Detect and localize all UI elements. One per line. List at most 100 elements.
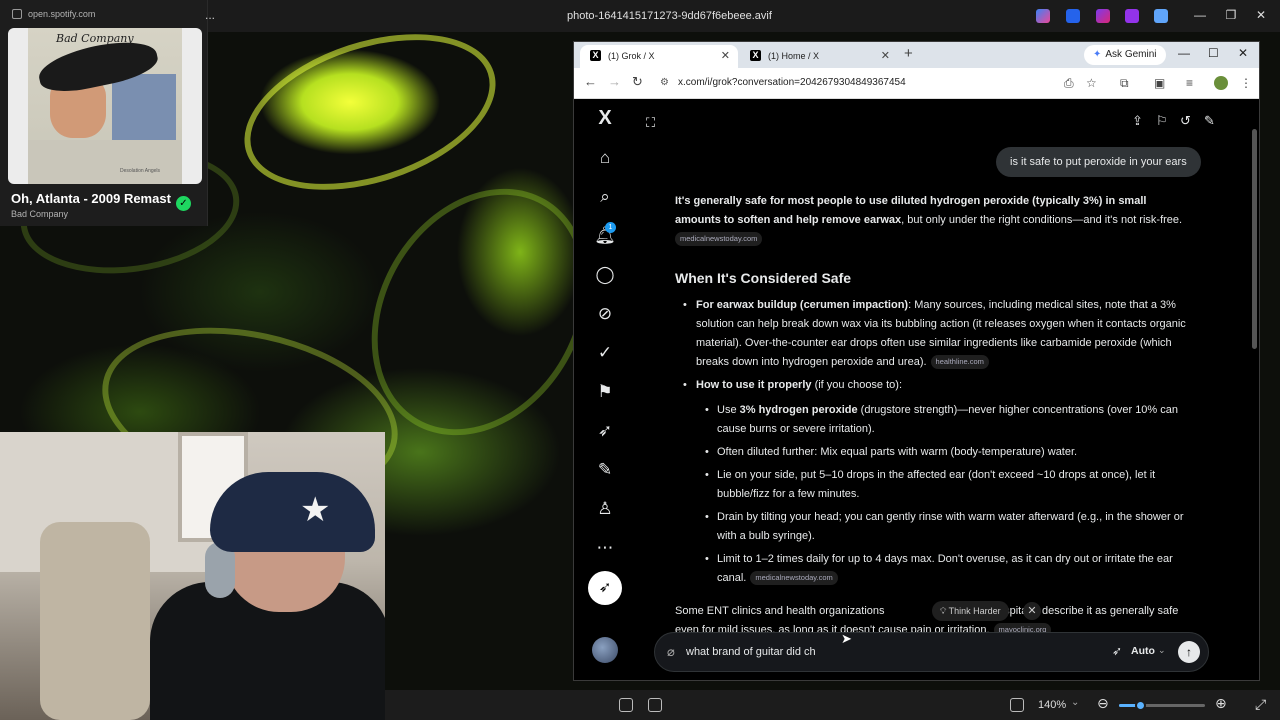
install-app-icon[interactable]: ⎙ <box>1064 76 1074 91</box>
rocket-icon[interactable]: ➶ <box>1112 644 1122 658</box>
zoom-level[interactable]: 140% <box>1038 699 1066 711</box>
site-info-icon[interactable]: ⚙ <box>660 77 669 88</box>
x-logo-icon[interactable]: X <box>594 107 616 129</box>
viewer-toolbar: 140% ⌄ ⊖ ⊕ ⤢ <box>385 690 1280 720</box>
bookmark-icon[interactable]: ⚐ <box>1156 113 1168 129</box>
tab-label: (1) Home / X <box>768 51 820 61</box>
tail-text-c: hospitals) describe it as generally safe <box>991 605 1179 617</box>
tab-home[interactable]: X (1) Home / X ✕ <box>740 45 898 68</box>
messages-icon[interactable]: ◯ <box>594 264 616 286</box>
user-message: is it safe to put peroxide in your ears <box>996 147 1201 177</box>
chat-input[interactable] <box>686 642 1066 662</box>
close-tab-icon[interactable]: ✕ <box>881 49 890 62</box>
sub-text: Lie on your side, put 5–10 drops in the … <box>717 469 1156 500</box>
bookmark-star-icon[interactable]: ☆ <box>1086 76 1097 90</box>
attach-icon[interactable]: ⌀ <box>667 644 675 660</box>
zoom-slider-thumb[interactable] <box>1134 700 1146 711</box>
maximize-icon[interactable]: ☐ <box>1208 46 1219 60</box>
track-artist[interactable]: Bad Company <box>11 209 68 219</box>
more-options-icon[interactable]: ... <box>205 8 215 22</box>
saved-check-icon[interactable]: ✓ <box>176 196 191 211</box>
answer-lead-rest: , but only under the right conditions—an… <box>901 214 1183 226</box>
tab-label: (1) Grok / X <box>608 51 655 61</box>
album-band-name: Bad Company <box>56 32 134 45</box>
verified-icon[interactable]: ✓ <box>594 342 616 364</box>
profile-avatar[interactable] <box>1214 76 1228 90</box>
chat-composer: ⌀ ➶ Auto ⌄ ↑ <box>654 632 1209 672</box>
citation-chip[interactable]: healthline.com <box>930 355 989 370</box>
album-caption: Desolation Angels <box>120 168 161 174</box>
tab-search-icon[interactable]: ≡ <box>1186 76 1193 90</box>
crop-icon[interactable] <box>619 698 633 712</box>
cam-cap <box>210 472 375 552</box>
menu-icon[interactable]: ⋮ <box>1240 76 1252 90</box>
list-item: Lie on your side, put 5–10 drops in the … <box>696 466 1195 504</box>
new-tab-icon[interactable]: + <box>904 45 913 62</box>
dismiss-icon[interactable]: ✕ <box>1023 602 1041 620</box>
sidebar-icon[interactable]: ▣ <box>1154 76 1165 90</box>
citation-chip[interactable]: medicalnewstoday.com <box>675 232 763 247</box>
expand-icon[interactable]: ⤢ <box>1255 696 1266 713</box>
ask-gemini-button[interactable]: ✦ Ask Gemini <box>1084 45 1166 65</box>
reload-icon[interactable]: ↻ <box>632 74 643 90</box>
more-icon[interactable]: ⋯ <box>594 537 616 559</box>
minimize-icon[interactable]: — <box>1178 46 1190 60</box>
rocket-icon[interactable]: ➶ <box>594 420 616 442</box>
share-icon[interactable]: ⇪ <box>1132 113 1143 129</box>
scrollbar[interactable] <box>1252 109 1257 679</box>
close-icon[interactable]: ✕ <box>1238 46 1248 60</box>
forward-icon[interactable]: → <box>608 74 621 89</box>
track-title[interactable]: Oh, Atlanta - 2009 Remaster <box>11 191 171 206</box>
bulb-icon: 💡︎ <box>940 606 949 616</box>
viewer-file-title: photo-1641415171273-9dd67f6ebeee.avif <box>567 10 772 22</box>
tab-grok[interactable]: X (1) Grok / X ✕ <box>580 45 738 68</box>
list-item: Drain by tilting your head; you can gent… <box>696 508 1195 546</box>
search-icon[interactable]: ⌕ <box>594 186 616 208</box>
sub-list: Use 3% hydrogen peroxide (drugstore stre… <box>696 401 1195 588</box>
mode-selector[interactable]: Auto <box>1131 645 1155 657</box>
answer-lead: It's generally safe for most people to u… <box>675 192 1195 249</box>
zoom-in-icon[interactable]: ⊕ <box>1215 695 1227 712</box>
avatar[interactable] <box>592 637 618 663</box>
post-button[interactable]: ➶ <box>588 571 622 605</box>
maximize-icon[interactable]: ❐ <box>1223 7 1239 23</box>
album-art[interactable]: Bad Company Desolation Angels <box>8 28 202 184</box>
citation-chip[interactable]: medicalnewstoday.com <box>750 571 838 586</box>
extensions-icon[interactable]: ⧉ <box>1120 76 1129 91</box>
site-settings-icon[interactable] <box>12 9 22 19</box>
think-harder-button[interactable]: 💡︎ Think Harder <box>932 601 1009 621</box>
compose-list-icon[interactable]: ✎ <box>594 459 616 481</box>
bookmarks-icon[interactable]: ⚑ <box>594 381 616 403</box>
zoom-slider[interactable] <box>1119 700 1205 711</box>
scan-icon[interactable] <box>648 698 662 712</box>
minimize-icon[interactable]: — <box>1192 7 1208 23</box>
album-cover: Bad Company Desolation Angels <box>28 28 182 184</box>
zoom-out-icon[interactable]: ⊖ <box>1097 695 1109 712</box>
scrollbar-thumb[interactable] <box>1252 129 1257 349</box>
list-item: Use 3% hydrogen peroxide (drugstore stre… <box>696 401 1195 439</box>
list-item: How to use it properly (if you choose to… <box>675 376 1195 588</box>
tail-text-a: Some ENT clinics and health organization… <box>675 605 885 617</box>
home-icon[interactable]: ⌂ <box>594 147 616 169</box>
app-icon-3[interactable] <box>1125 9 1139 23</box>
close-tab-icon[interactable]: ✕ <box>721 49 730 62</box>
expand-icon[interactable]: ⛶ <box>646 115 655 131</box>
app-icon-2[interactable] <box>1096 9 1110 23</box>
new-chat-icon[interactable]: ✎ <box>1204 113 1215 129</box>
chevron-down-icon[interactable]: ⌄ <box>1071 697 1079 708</box>
close-icon[interactable]: ✕ <box>1253 7 1269 23</box>
fit-icon[interactable] <box>1010 698 1024 712</box>
chevron-down-icon[interactable]: ⌄ <box>1158 645 1166 656</box>
send-button[interactable]: ↑ <box>1178 641 1200 663</box>
album-sky <box>112 74 176 144</box>
cam-chair <box>40 522 150 720</box>
app-icon-4[interactable] <box>1154 9 1168 23</box>
history-icon[interactable]: ↺ <box>1180 113 1191 129</box>
answer-heading: When It's Considered Safe <box>675 270 852 286</box>
back-icon[interactable]: ← <box>584 74 597 89</box>
copilot-icon[interactable] <box>1036 9 1050 23</box>
grok-icon[interactable]: ⊘ <box>594 303 616 325</box>
app-icon[interactable] <box>1066 9 1080 23</box>
address-bar[interactable]: x.com/i/grok?conversation=20426793048493… <box>678 77 906 88</box>
profile-icon[interactable]: ♙ <box>594 498 616 520</box>
